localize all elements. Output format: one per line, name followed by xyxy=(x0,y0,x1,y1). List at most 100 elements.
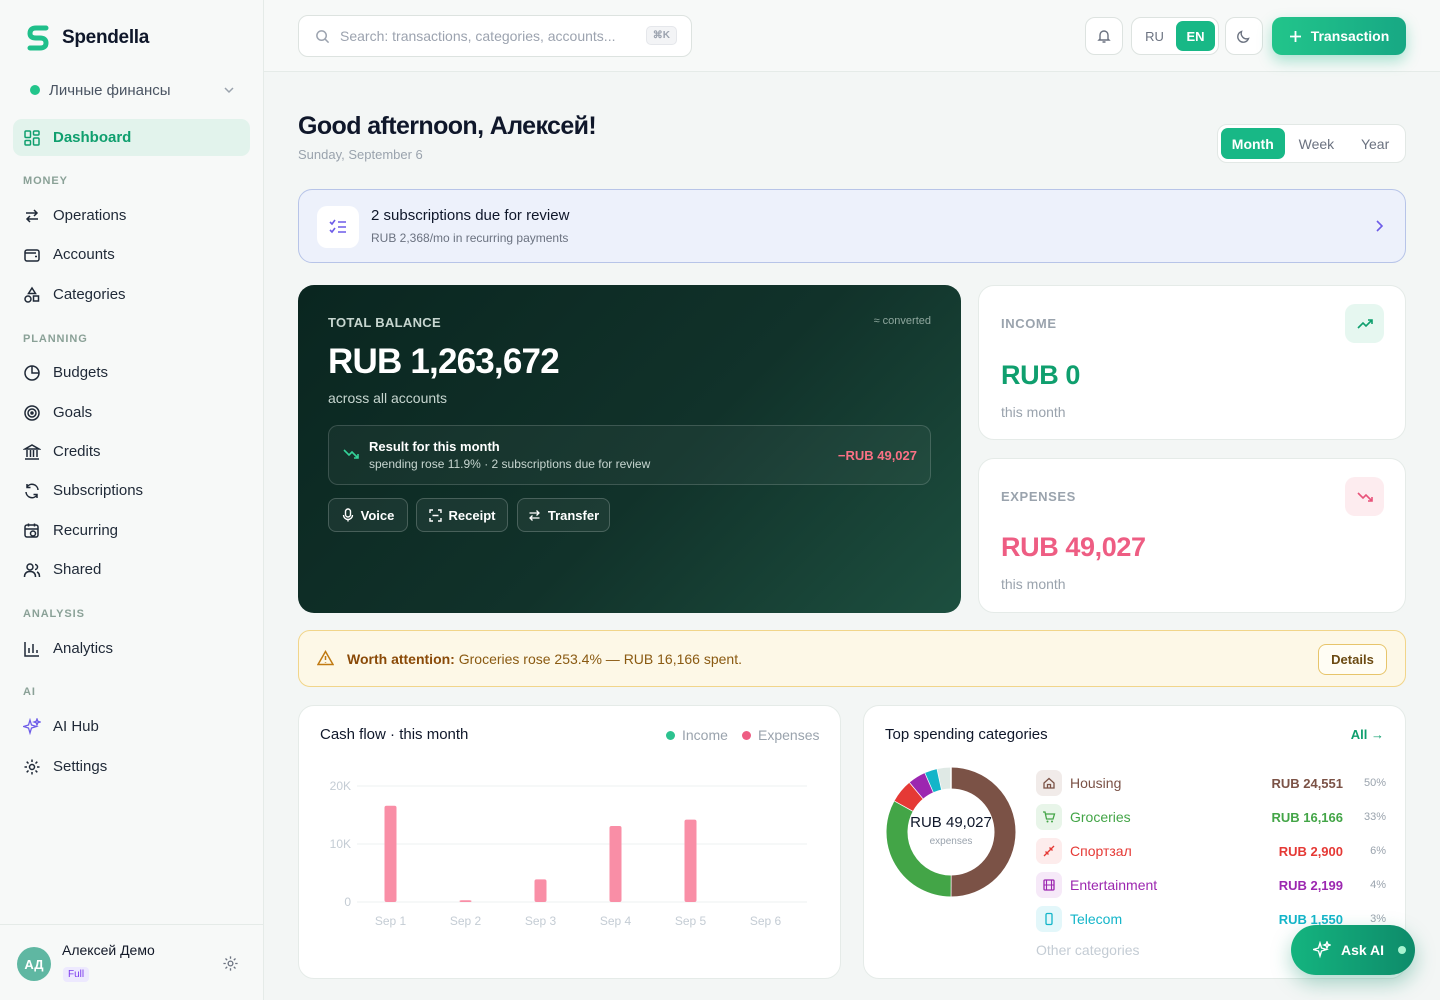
ask-ai-button[interactable]: Ask AI xyxy=(1291,925,1415,975)
search-input[interactable] xyxy=(340,28,640,44)
balance-label: TOTAL BALANCE xyxy=(328,315,441,330)
scan-icon xyxy=(428,508,442,522)
balance-subtitle: across all accounts xyxy=(328,390,448,406)
plan-badge: Full xyxy=(63,967,90,982)
subscriptions-banner[interactable]: 2 subscriptions due for review RUB 2,368… xyxy=(298,189,1406,263)
transfer-icon xyxy=(528,509,541,522)
expense-bar xyxy=(384,805,397,902)
legend-expenses-swatch xyxy=(742,730,751,740)
x-tick-label: Sep 6 xyxy=(750,914,782,928)
category-amount: RUB 2,199 xyxy=(1278,877,1343,893)
user-profile[interactable]: АД Алексей Демо Full xyxy=(0,924,264,1000)
current-date: Sunday, September 6 xyxy=(298,147,423,162)
legend-income-swatch xyxy=(666,730,675,740)
top-categories-title: Top spending categories xyxy=(885,726,1048,743)
other-categories-link[interactable]: Other categories xyxy=(1036,942,1140,958)
arrows-swap-icon xyxy=(23,207,41,225)
user-settings-gear-icon[interactable] xyxy=(222,955,239,972)
sidebar-item-label: Recurring xyxy=(53,522,119,539)
trend-down-icon xyxy=(343,447,359,461)
language-switcher: RU EN xyxy=(1131,17,1219,55)
theme-toggle-button[interactable] xyxy=(1225,17,1263,55)
sidebar-item-recurring[interactable]: Recurring xyxy=(13,512,250,549)
legend-income: Income xyxy=(666,727,728,743)
sidebar-item-budgets[interactable]: Budgets xyxy=(13,354,250,391)
expense-bar xyxy=(534,879,547,902)
expenses-card[interactable]: EXPENSES RUB 49,027 this month xyxy=(978,458,1406,613)
category-row[interactable]: Housing RUB 24,551 50% xyxy=(1036,770,1386,796)
income-card[interactable]: INCOME RUB 0 this month xyxy=(978,285,1406,440)
sidebar-item-dashboard[interactable]: Dashboard xyxy=(13,119,250,156)
cashflow-chart: 0 10K 20K Sep 1 Sep 2 Sep 3 Sep 4 Sep 5 Sep 6 xyxy=(330,779,807,928)
sidebar-item-label: AI Hub xyxy=(53,718,99,735)
sidebar-item-subscriptions[interactable]: Subscriptions xyxy=(13,472,250,509)
income-label: INCOME xyxy=(1001,316,1057,331)
avatar[interactable]: АД xyxy=(17,947,51,981)
period-week[interactable]: Week xyxy=(1287,128,1347,159)
online-dot xyxy=(1398,946,1407,954)
category-percent: 50% xyxy=(1363,777,1386,789)
category-row[interactable]: Entertainment RUB 2,199 4% xyxy=(1036,872,1386,898)
period-month[interactable]: Month xyxy=(1221,128,1285,159)
workspace-switcher[interactable]: Личные финансы xyxy=(30,79,235,101)
sidebar-item-accounts[interactable]: Accounts xyxy=(13,236,250,273)
category-row[interactable]: Groceries RUB 16,166 33% xyxy=(1036,804,1386,830)
month-result[interactable]: Result for this month spending rose 11.9… xyxy=(328,425,931,485)
y-tick-label: 10K xyxy=(330,837,351,851)
transfer-button[interactable]: Transfer xyxy=(517,498,610,532)
sidebar-item-label: Accounts xyxy=(53,246,115,263)
sidebar-item-label: Shared xyxy=(53,561,102,578)
search-icon xyxy=(315,29,330,44)
legend-income-label: Income xyxy=(682,727,728,743)
attention-message: Groceries rose 253.4% — RUB 16,166 spent… xyxy=(454,651,742,667)
result-title: Result for this month xyxy=(369,439,500,454)
x-tick-label: Sep 2 xyxy=(450,914,482,928)
sidebar-item-analytics[interactable]: Analytics xyxy=(13,630,250,667)
attention-prefix: Worth attention: xyxy=(347,651,455,667)
brand[interactable]: Spendella xyxy=(26,24,149,52)
subscriptions-subtitle: RUB 2,368/mo in recurring payments xyxy=(371,231,569,245)
moon-icon xyxy=(1236,28,1252,44)
plus-icon xyxy=(1289,30,1302,43)
chevron-right-icon xyxy=(1371,218,1387,234)
add-transaction-button[interactable]: Transaction xyxy=(1272,17,1406,55)
result-subtitle: spending rose 11.9% · 2 subscriptions du… xyxy=(369,457,651,471)
notifications-button[interactable] xyxy=(1085,17,1123,55)
details-button[interactable]: Details xyxy=(1318,644,1387,675)
category-percent: 3% xyxy=(1370,913,1386,925)
transfer-label: Transfer xyxy=(547,507,600,523)
donut-total: RUB 49,027 xyxy=(910,814,992,831)
sidebar-item-goals[interactable]: Goals xyxy=(13,394,250,431)
pie-icon xyxy=(23,364,41,382)
sidebar-item-label: Settings xyxy=(53,758,108,775)
checklist-icon xyxy=(317,206,359,248)
lang-en-button[interactable]: EN xyxy=(1176,21,1215,51)
sidebar-item-label: Subscriptions xyxy=(53,482,144,499)
sidebar-item-categories[interactable]: Categories xyxy=(13,276,250,313)
trend-up-icon xyxy=(1345,304,1384,343)
category-percent: 4% xyxy=(1370,879,1386,891)
lang-ru-button[interactable]: RU xyxy=(1135,21,1174,51)
calendar-clock-icon xyxy=(23,522,41,540)
period-year[interactable]: Year xyxy=(1348,128,1402,159)
sidebar-item-credits[interactable]: Credits xyxy=(13,433,250,470)
sidebar-item-ai-hub[interactable]: AI Hub xyxy=(13,708,250,745)
dashboard-icon xyxy=(23,129,41,147)
receipt-button[interactable]: Receipt xyxy=(416,498,508,532)
category-row[interactable]: Спортзал RUB 2,900 6% xyxy=(1036,838,1386,864)
donut-segment xyxy=(925,768,943,793)
sidebar-item-shared[interactable]: Shared xyxy=(13,551,250,588)
category-amount: RUB 16,166 xyxy=(1271,809,1343,825)
ask-ai-label: Ask AI xyxy=(1341,942,1385,958)
x-tick-label: Sep 5 xyxy=(675,914,707,928)
voice-button[interactable]: Voice xyxy=(328,498,408,532)
sidebar-item-operations[interactable]: Operations xyxy=(13,197,250,234)
sidebar-item-settings[interactable]: Settings xyxy=(13,748,250,785)
category-name: Telecom xyxy=(1070,911,1123,927)
search-box[interactable]: ⌘K xyxy=(298,15,692,57)
expense-bar xyxy=(684,819,697,902)
all-categories-link[interactable]: All → xyxy=(1351,727,1384,742)
category-name: Entertainment xyxy=(1070,877,1158,893)
sidebar: Spendella Личные финансы Dashboard MONEY… xyxy=(0,0,264,1000)
category-percent: 33% xyxy=(1363,811,1386,823)
